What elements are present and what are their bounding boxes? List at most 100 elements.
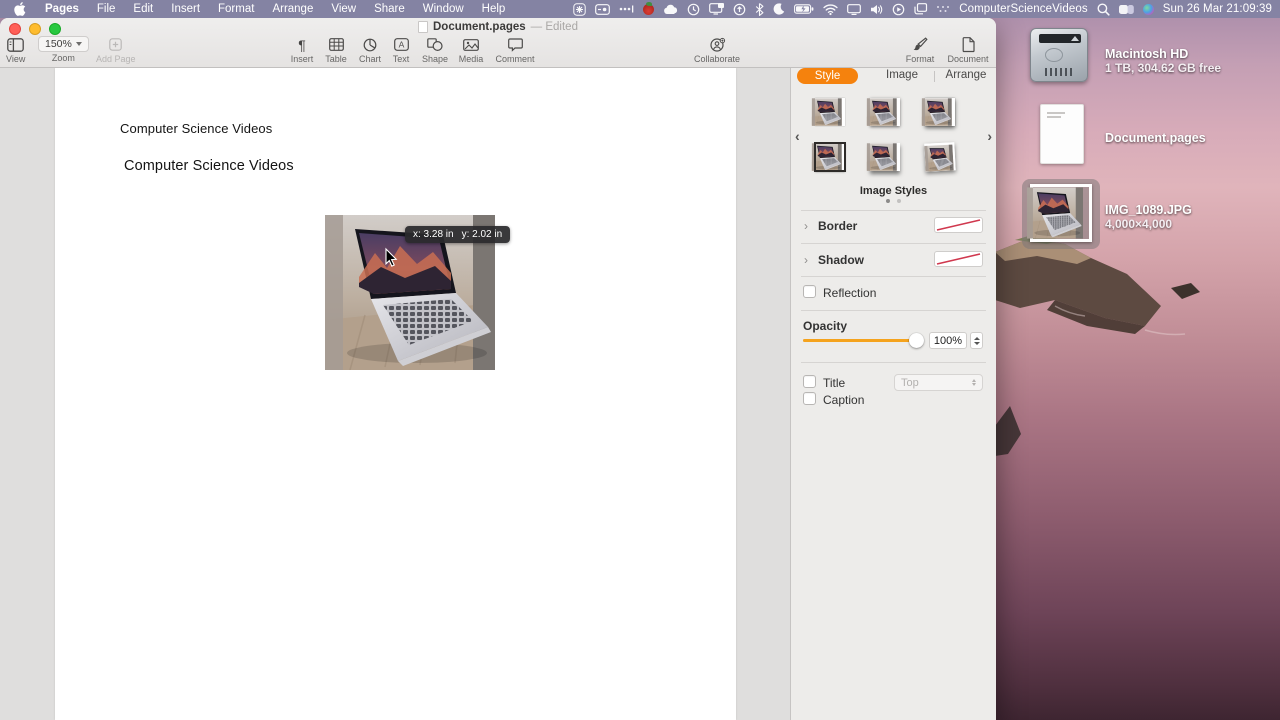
logged-in-user[interactable]: ComputerScienceVideos bbox=[959, 3, 1087, 15]
window-title-area: Document.pages — Edited bbox=[0, 21, 996, 33]
hd-vents bbox=[1045, 68, 1075, 76]
shadow-disclosure-chevron-icon[interactable]: › bbox=[804, 253, 808, 267]
macintosh-hd-label[interactable]: Macintosh HD bbox=[1105, 47, 1188, 61]
apple-menu-icon[interactable] bbox=[0, 2, 36, 16]
document-page[interactable]: Computer Science Videos Computer Science… bbox=[55, 68, 736, 720]
tab-arrange[interactable]: Arrange bbox=[937, 69, 995, 81]
menu-window[interactable]: Window bbox=[414, 0, 473, 18]
reflection-label: Reflection bbox=[823, 286, 877, 300]
menu-pages[interactable]: Pages bbox=[36, 0, 88, 18]
window-edited-status: — Edited bbox=[530, 21, 578, 33]
hd-ring bbox=[1045, 48, 1063, 62]
image-style-option-1[interactable] bbox=[815, 98, 845, 126]
menu-arrange[interactable]: Arrange bbox=[263, 0, 322, 18]
tooltip-x-value: x: 3.28 in bbox=[413, 229, 454, 240]
window-stack-icon[interactable] bbox=[914, 3, 928, 15]
cloud-icon[interactable] bbox=[663, 4, 678, 15]
menu-file[interactable]: File bbox=[88, 0, 125, 18]
display-notification-icon[interactable] bbox=[709, 3, 725, 15]
menu-view[interactable]: View bbox=[322, 0, 365, 18]
styles-prev-chevron-icon[interactable]: ‹ bbox=[795, 128, 800, 144]
tomato-app-icon[interactable] bbox=[643, 1, 655, 15]
shadow-none-swatch[interactable] bbox=[934, 251, 983, 267]
document-heading-1[interactable]: Computer Science Videos bbox=[120, 121, 272, 136]
chart-button[interactable]: Chart bbox=[356, 36, 384, 64]
bluetooth-icon[interactable] bbox=[755, 2, 764, 16]
hd-slot bbox=[1039, 34, 1081, 43]
macintosh-hd-icon[interactable] bbox=[1030, 28, 1088, 82]
table-button[interactable]: Table bbox=[322, 36, 350, 64]
border-disclosure-chevron-icon[interactable]: › bbox=[804, 219, 808, 233]
document-canvas[interactable]: Computer Science Videos Computer Science… bbox=[0, 68, 790, 720]
reflection-checkbox[interactable] bbox=[803, 285, 816, 298]
title-label: Title bbox=[823, 376, 846, 390]
more-dots-icon[interactable] bbox=[619, 4, 634, 14]
opacity-slider-knob[interactable] bbox=[909, 333, 924, 348]
document-button[interactable]: Document bbox=[944, 36, 992, 64]
media-button[interactable]: Media bbox=[456, 36, 486, 64]
format-button[interactable]: Format bbox=[886, 33, 942, 64]
title-checkbox[interactable] bbox=[803, 375, 816, 388]
document-proxy-icon[interactable] bbox=[418, 21, 428, 33]
view-icon bbox=[7, 36, 25, 53]
opacity-value-field[interactable]: 100% bbox=[929, 332, 967, 349]
tab-style[interactable]: Style bbox=[797, 68, 858, 84]
menu-help[interactable]: Help bbox=[473, 0, 515, 18]
opacity-slider-fill bbox=[803, 339, 916, 342]
image-style-option-3[interactable] bbox=[925, 98, 955, 126]
tab-separator bbox=[934, 71, 935, 82]
caption-checkbox[interactable] bbox=[803, 392, 816, 405]
insert-icon: ¶ bbox=[298, 36, 306, 53]
window-title: Document.pages bbox=[433, 21, 526, 33]
image-style-option-5[interactable] bbox=[870, 143, 900, 171]
border-none-swatch[interactable] bbox=[934, 217, 983, 233]
screen-record-icon[interactable] bbox=[595, 3, 611, 15]
insert-button[interactable]: ¶ Insert bbox=[288, 36, 316, 65]
img-1089-thumbnail[interactable] bbox=[1030, 184, 1092, 242]
wifi-icon[interactable] bbox=[823, 3, 838, 15]
add-page-icon bbox=[109, 36, 123, 53]
mouse-cursor bbox=[385, 247, 398, 267]
tab-image[interactable]: Image bbox=[873, 69, 931, 81]
menu-share[interactable]: Share bbox=[365, 0, 414, 18]
window-header: Document.pages — Edited View 150% Zoom A… bbox=[0, 18, 996, 68]
collaborate-button[interactable]: Collaborate bbox=[688, 36, 746, 64]
menu-format[interactable]: Format bbox=[209, 0, 263, 18]
title-position-value: Top bbox=[901, 376, 919, 389]
styles-next-chevron-icon[interactable]: › bbox=[987, 128, 992, 144]
display-icon[interactable] bbox=[847, 3, 862, 15]
shadow-label[interactable]: Shadow bbox=[818, 253, 864, 267]
opacity-stepper[interactable] bbox=[970, 332, 983, 349]
zoom-control[interactable]: 150% Zoom bbox=[38, 36, 89, 63]
circle-up-icon[interactable] bbox=[733, 3, 746, 16]
comment-button[interactable]: Comment bbox=[494, 36, 536, 64]
image-style-option-4[interactable] bbox=[815, 142, 846, 172]
do-not-disturb-moon-icon[interactable] bbox=[773, 3, 785, 15]
image-styles-label: Image Styles bbox=[859, 185, 928, 197]
input-dots-icon[interactable] bbox=[936, 5, 950, 13]
view-button[interactable]: View bbox=[6, 36, 25, 64]
time-machine-icon[interactable] bbox=[687, 3, 700, 16]
document-pages-file-icon[interactable] bbox=[1040, 104, 1084, 164]
document-pages-file-label[interactable]: Document.pages bbox=[1105, 131, 1206, 145]
menu-bar-clock[interactable]: Sun 26 Mar 21:09:39 bbox=[1163, 3, 1272, 15]
volume-icon[interactable] bbox=[870, 4, 883, 15]
styles-pagination-dots[interactable] bbox=[791, 199, 996, 203]
shape-button[interactable]: Shape bbox=[420, 36, 450, 64]
battery-charging-icon[interactable] bbox=[794, 4, 814, 14]
play-circle-icon[interactable] bbox=[892, 3, 905, 16]
text-button[interactable]: A Text bbox=[389, 36, 413, 64]
media-icon bbox=[463, 36, 479, 53]
spotlight-search-icon[interactable] bbox=[1097, 3, 1110, 16]
pinwheel-icon[interactable] bbox=[573, 2, 586, 16]
siri-icon[interactable] bbox=[1142, 3, 1154, 15]
img-1089-label[interactable]: IMG_1089.JPG bbox=[1105, 203, 1192, 217]
opacity-slider[interactable] bbox=[803, 333, 924, 348]
image-style-option-6[interactable] bbox=[924, 142, 956, 172]
document-heading-2[interactable]: Computer Science Videos bbox=[124, 158, 294, 174]
menu-insert[interactable]: Insert bbox=[162, 0, 209, 18]
border-label[interactable]: Border bbox=[818, 219, 857, 233]
user-switcher-icon[interactable] bbox=[1118, 4, 1134, 15]
image-style-option-2[interactable] bbox=[870, 98, 900, 126]
menu-edit[interactable]: Edit bbox=[124, 0, 162, 18]
